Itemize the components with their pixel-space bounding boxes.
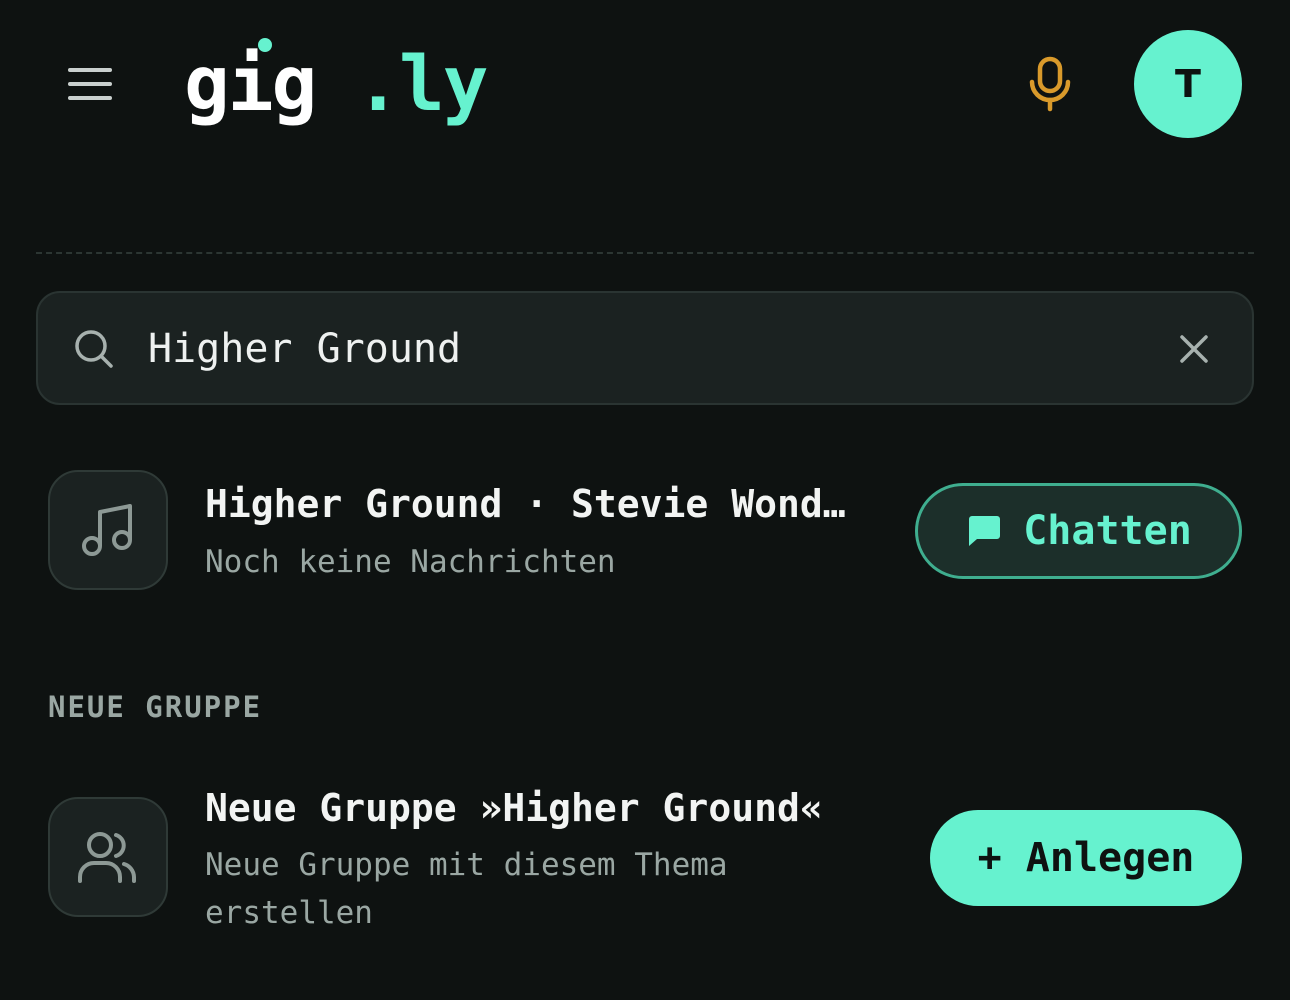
chat-button[interactable]: Chatten (915, 483, 1242, 579)
header-divider (36, 252, 1254, 254)
chat-button-label: Chatten (1023, 508, 1192, 554)
create-group-button[interactable]: + Anlegen (930, 810, 1242, 906)
new-group-subtitle-line2: erstellen (205, 895, 373, 931)
app-root: gig .ly T Higher Ground Higher Ground · … (0, 0, 1290, 1000)
chat-bubble-icon (969, 516, 1001, 546)
logo-text-accent: .ly (355, 39, 488, 128)
logo-dot (258, 38, 272, 52)
group-icon (78, 832, 136, 883)
search-bar (36, 291, 1254, 405)
group-tile (48, 797, 168, 917)
app-logo: gig .ly (184, 36, 489, 132)
menu-button[interactable] (62, 60, 118, 108)
menu-icon (68, 68, 112, 100)
new-group-title: Neue Gruppe »Higher Ground« (205, 786, 823, 830)
logo-text-main: gig (184, 39, 317, 128)
close-icon (1180, 335, 1208, 363)
result-subtitle: Noch keine Nachrichten (205, 544, 616, 580)
music-note-icon (82, 504, 132, 556)
search-icon (75, 330, 113, 368)
clear-search-button[interactable] (1172, 327, 1216, 371)
user-avatar[interactable]: T (1134, 30, 1242, 138)
voice-input-button[interactable] (1020, 54, 1080, 114)
search-input[interactable] (148, 317, 1128, 381)
section-label-new-group: NEUE GRUPPE (48, 690, 263, 724)
microphone-icon (1029, 56, 1071, 112)
result-title: Higher Ground · Stevie Wond… (205, 482, 846, 526)
song-tile (48, 470, 168, 590)
new-group-subtitle-line1: Neue Gruppe mit diesem Thema (205, 847, 728, 883)
